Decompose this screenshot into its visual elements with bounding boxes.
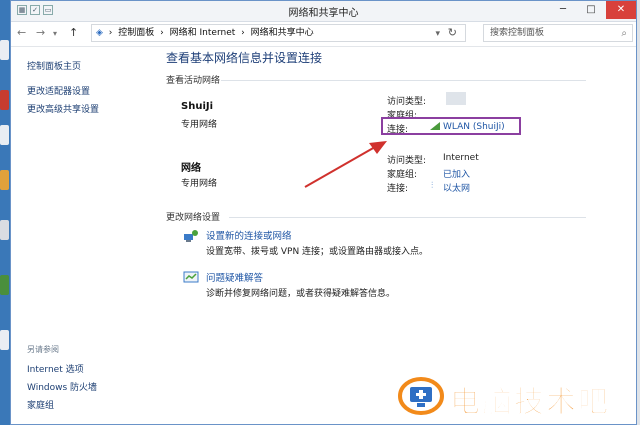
ethernet-icon: ⫶ <box>431 181 434 191</box>
ethernet-connection-link[interactable]: 以太网 <box>443 181 470 194</box>
breadcrumb-item[interactable]: 控制面板 <box>118 28 154 38</box>
address-dropdown-icon[interactable]: ▾ <box>435 26 440 42</box>
blurred-value <box>446 92 466 105</box>
breadcrumb-item[interactable]: 网络和共享中心 <box>251 28 314 38</box>
see-also-heading: 另请参阅 <box>27 345 59 354</box>
forward-arrow-icon[interactable]: → <box>36 26 45 39</box>
desktop-icon[interactable] <box>0 275 9 295</box>
access-type-label: 访问类型: <box>387 156 427 166</box>
homegroup-joined-link[interactable]: 已加入 <box>443 167 470 180</box>
page-title: 查看基本网络信息并设置连接 <box>166 51 323 65</box>
title-bar: ▦ ✓ ▭ 网络和共享中心 ─ □ ✕ <box>11 1 636 22</box>
address-bar[interactable]: ◈ › 控制面板 › 网络和 Internet › 网络和共享中心 ▾ ↻ <box>91 24 466 42</box>
watermark-logo-icon <box>398 377 444 415</box>
active-networks-heading: 查看活动网络 <box>166 76 221 86</box>
search-input[interactable]: 搜索控制面板 ⌕ <box>483 24 633 42</box>
network-name: 网络 <box>181 163 201 174</box>
desktop-icon[interactable] <box>0 220 9 240</box>
change-adapter-settings-link[interactable]: 更改适配器设置 <box>27 84 90 97</box>
network-type: 专用网络 <box>181 179 218 189</box>
access-type-value: Internet <box>443 153 479 163</box>
troubleshoot-description: 诊断并修复网络问题，或者获得疑难解答信息。 <box>206 289 396 299</box>
section-divider <box>229 217 586 218</box>
homegroup-link[interactable]: 家庭组 <box>27 398 54 411</box>
change-network-settings-heading: 更改网络设置 <box>166 213 221 223</box>
troubleshoot-icon <box>183 271 199 283</box>
close-button[interactable]: ✕ <box>606 1 636 19</box>
internet-options-link[interactable]: Internet 选项 <box>27 362 84 375</box>
network-type: 专用网络 <box>181 120 218 130</box>
control-panel-icon: ◈ <box>96 28 103 38</box>
network-sharing-center-window: ▦ ✓ ▭ 网络和共享中心 ─ □ ✕ ← → ▾ ↑ ◈ › 控制面板 › 网… <box>10 0 637 425</box>
troubleshoot-link[interactable]: 问题疑难解答 <box>206 270 263 284</box>
maximize-button[interactable]: □ <box>578 1 604 19</box>
desktop-icon[interactable] <box>0 170 9 190</box>
connection-label: 连接: <box>387 184 409 194</box>
watermark: 电脑技术吧 <box>390 372 630 421</box>
setup-new-connection-link[interactable]: 设置新的连接或网络 <box>206 228 292 242</box>
search-placeholder: 搜索控制面板 <box>490 28 545 38</box>
watermark-text: 电脑技术吧 <box>450 385 610 421</box>
minimize-button[interactable]: ─ <box>550 1 576 19</box>
highlight-box <box>381 117 521 135</box>
recent-dropdown-icon[interactable]: ▾ <box>53 29 57 38</box>
desktop-strip <box>0 0 10 425</box>
network-name: ShuiJi <box>181 101 214 112</box>
breadcrumb-item[interactable]: 网络和 Internet <box>170 28 236 38</box>
left-pane: 控制面板主页 更改适配器设置 更改高级共享设置 另请参阅 Internet 选项… <box>11 47 151 424</box>
up-arrow-icon[interactable]: ↑ <box>69 26 78 39</box>
setup-new-connection-description: 设置宽带、拨号或 VPN 连接；或设置路由器或接入点。 <box>206 247 429 257</box>
access-type-label: 访问类型: <box>387 97 427 107</box>
network-setup-icon <box>184 230 198 242</box>
desktop-icon[interactable] <box>0 330 9 350</box>
desktop-icon[interactable] <box>0 125 9 145</box>
section-divider <box>221 80 586 81</box>
back-arrow-icon[interactable]: ← <box>17 26 26 39</box>
windows-firewall-link[interactable]: Windows 防火墙 <box>27 380 97 393</box>
control-panel-home-link[interactable]: 控制面板主页 <box>27 59 81 72</box>
change-advanced-sharing-link[interactable]: 更改高级共享设置 <box>27 102 99 115</box>
refresh-icon[interactable]: ↻ <box>448 25 457 41</box>
navigation-bar: ← → ▾ ↑ ◈ › 控制面板 › 网络和 Internet › 网络和共享中… <box>11 22 636 47</box>
red-arrow-annotation <box>304 141 387 188</box>
desktop-icon[interactable] <box>0 90 9 110</box>
search-icon[interactable]: ⌕ <box>621 26 627 42</box>
window-title: 网络和共享中心 <box>288 8 359 19</box>
desktop-icon[interactable] <box>0 40 9 60</box>
homegroup-label: 家庭组: <box>387 170 418 180</box>
